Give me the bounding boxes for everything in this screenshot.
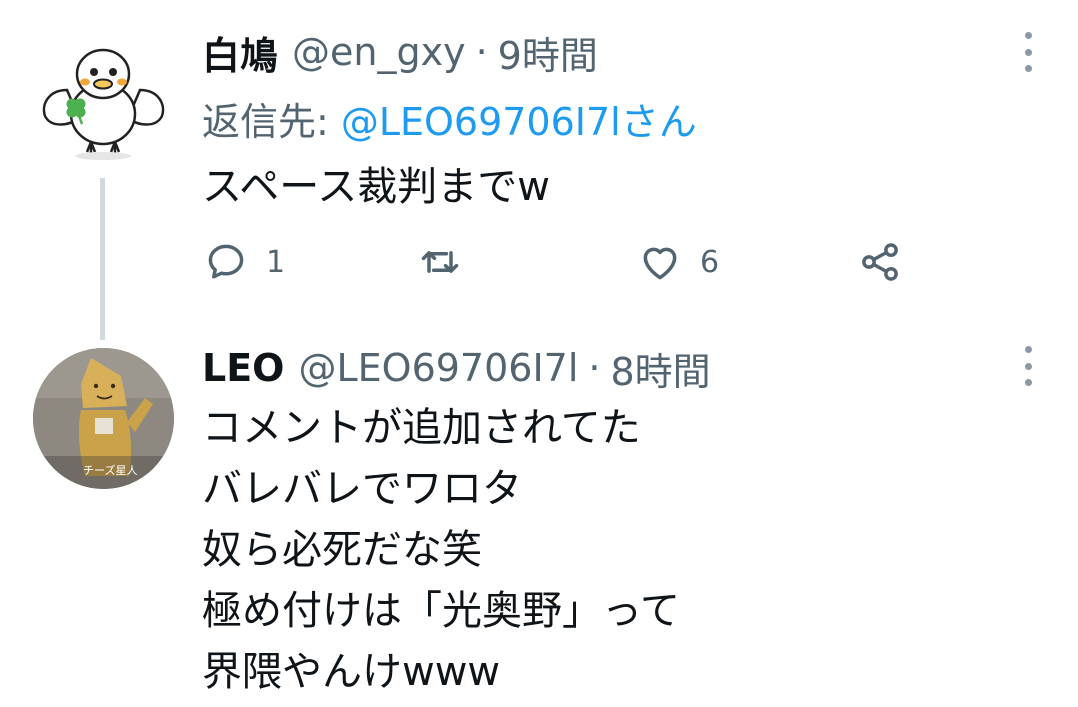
- avatar-dove[interactable]: [33, 28, 174, 169]
- dove-avatar-image: [42, 48, 165, 160]
- reply-count: 1: [266, 244, 286, 280]
- tweet-timestamp[interactable]: 9時間: [498, 25, 598, 80]
- share-nodes-icon: [862, 243, 898, 281]
- reply-button[interactable]: 1: [204, 238, 285, 286]
- header-separator: ·: [475, 30, 488, 74]
- tweet-text: スペース裁判までw: [202, 158, 550, 216]
- display-name[interactable]: 白鳩: [202, 25, 278, 80]
- cheese-character-avatar-image: チーズ星人: [33, 348, 174, 489]
- tweet-1[interactable]: 白鳩 @en_gxy · 9時間 返信先: @LEO69706I7lさん スペー…: [0, 0, 1078, 340]
- reply-to-mention-link[interactable]: @LEO69706I7lさん: [341, 91, 697, 146]
- user-handle[interactable]: @LEO69706I7l: [298, 346, 578, 390]
- display-name[interactable]: LEO: [202, 346, 284, 390]
- user-handle[interactable]: @en_gxy: [292, 30, 466, 74]
- tweet-text-line: バレバレでワロタ: [202, 466, 522, 512]
- share-button[interactable]: [858, 238, 902, 286]
- tweet-text: コメントが追加されてた バレバレでワロタ 奴ら必死だな笑 極め付けは「光奥野」っ…: [202, 398, 680, 703]
- tweet-timestamp[interactable]: 8時間: [611, 341, 711, 396]
- retweet-button[interactable]: [418, 238, 480, 286]
- reply-to-label: 返信先:: [202, 99, 329, 144]
- tweet-header: LEO @LEO69706I7l · 8時間: [202, 340, 711, 396]
- heart-icon: [643, 247, 677, 280]
- thread-connector-line: [100, 178, 105, 340]
- like-count: 6: [700, 244, 720, 280]
- tweet-text-line: 奴ら必死だな笑: [202, 527, 482, 573]
- avatar-cheese-character[interactable]: チーズ星人: [33, 348, 174, 489]
- header-separator: ·: [588, 346, 601, 390]
- vertical-dots-icon[interactable]: [1016, 32, 1040, 72]
- reply-to-line: 返信先: @LEO69706I7lさん: [202, 90, 697, 146]
- like-button[interactable]: 6: [638, 238, 719, 286]
- tweet-text-line: スペース裁判までw: [202, 164, 550, 210]
- tweet-actions: 1 6: [202, 238, 922, 286]
- vertical-dots-icon[interactable]: [1016, 346, 1040, 386]
- tweet-text-line: 極め付けは「光奥野」って: [202, 588, 680, 634]
- speech-bubble-icon: [208, 244, 244, 279]
- tweet-text-line: 界隈やんけwww: [202, 649, 501, 695]
- tweet-text-line: コメントが追加されてた: [202, 405, 641, 451]
- avatar-caption: チーズ星人: [83, 463, 137, 477]
- tweet-header: 白鳩 @en_gxy · 9時間: [202, 24, 598, 80]
- tweet-2[interactable]: チーズ星人 LEO @LEO69706I7l · 8時間 コメントが追加されてた…: [0, 340, 1078, 707]
- retweet-arrows-icon: [421, 251, 459, 273]
